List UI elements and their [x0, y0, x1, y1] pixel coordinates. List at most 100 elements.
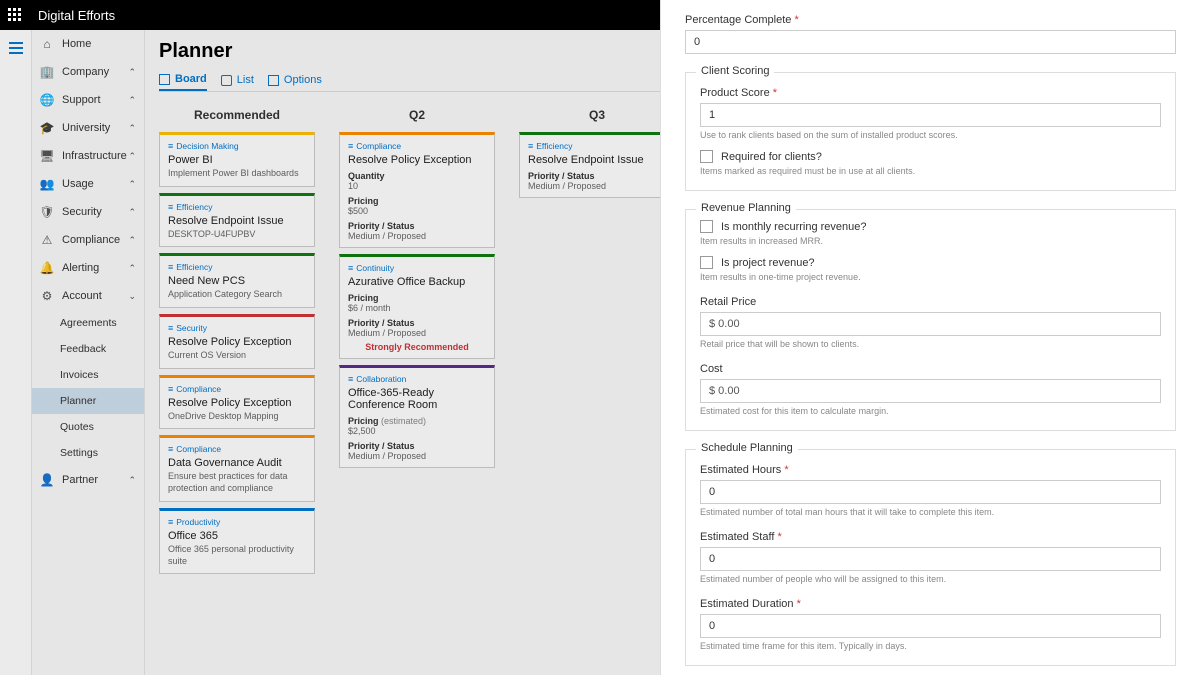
sidebar-item-alerting[interactable]: 🔔Alerting⌃ — [32, 254, 144, 282]
est-hours-hint: Estimated number of total man hours that… — [700, 507, 1161, 517]
project-rev-label: Is project revenue? — [721, 257, 815, 269]
field-value: Medium / Proposed — [348, 451, 486, 461]
card-title: Azurative Office Backup — [348, 276, 486, 288]
sidebar: ⌂Home 🏢Company⌃ 🌐 Support ⌃ 🎓University⌃ 🖥… — [32, 30, 145, 675]
sidebar-item-account[interactable]: ⚙Account⌄ — [32, 282, 144, 310]
est-staff-label: Estimated Staff * — [700, 531, 1161, 543]
card-tag: Efficiency — [168, 262, 306, 272]
product-score-label: Product Score * — [700, 87, 1161, 99]
sidebar-item-label: Invoices — [60, 369, 99, 381]
percentage-complete-input[interactable] — [685, 30, 1176, 54]
app-launcher-icon[interactable] — [8, 8, 22, 22]
cost-label: Cost — [700, 363, 1161, 375]
field-value: 10 — [348, 181, 486, 191]
sidebar-item-feedback[interactable]: Feedback — [32, 336, 144, 362]
chevron-up-icon: ⌃ — [128, 151, 136, 162]
field-label: Pricing — [348, 196, 486, 206]
monitor-icon: 🖥 — [40, 149, 54, 163]
chevron-up-icon: ⌃ — [128, 207, 136, 218]
card[interactable]: ProductivityOffice 365Office 365 persona… — [159, 508, 315, 574]
card-tag: Collaboration — [348, 374, 486, 384]
client-scoring-fieldset: Client Scoring Product Score * Use to ra… — [685, 72, 1176, 191]
chevron-up-icon: ⌃ — [128, 235, 136, 246]
sidebar-item-label: Partner — [62, 474, 98, 486]
mrr-hint: Item results in increased MRR. — [700, 236, 1161, 246]
product-score-input[interactable] — [700, 103, 1161, 127]
card[interactable]: Continuity Azurative Office Backup Prici… — [339, 254, 495, 359]
card-title: Resolve Endpoint Issue — [168, 215, 306, 227]
sidebar-item-support[interactable]: 🌐 Support ⌃ — [32, 86, 144, 114]
card-title: Power BI — [168, 154, 306, 166]
field-value: Medium / Proposed — [348, 231, 486, 241]
project-rev-hint: Item results in one-time project revenue… — [700, 272, 1161, 282]
board-icon — [159, 74, 170, 85]
graduation-icon: 🎓 — [40, 121, 54, 135]
column-header: Recommended — [159, 102, 315, 128]
field-value: $2,500 — [348, 426, 486, 436]
cost-input[interactable] — [700, 379, 1161, 403]
tab-list[interactable]: List — [221, 70, 254, 90]
card[interactable]: Efficiency Resolve Endpoint Issue Priori… — [519, 132, 675, 198]
card-title: Data Governance Audit — [168, 457, 306, 469]
sidebar-item-settings[interactable]: Settings — [32, 440, 144, 466]
mrr-checkbox[interactable] — [700, 220, 713, 233]
required-label: Required for clients? — [721, 151, 822, 163]
sidebar-item-company[interactable]: 🏢Company⌃ — [32, 58, 144, 86]
people-icon: 👥 — [40, 177, 54, 191]
sidebar-item-label: Account — [62, 290, 102, 302]
sidebar-item-label: Infrastructure — [62, 150, 127, 162]
est-staff-input[interactable] — [700, 547, 1161, 571]
sidebar-item-label: Feedback — [60, 343, 106, 355]
est-hours-input[interactable] — [700, 480, 1161, 504]
chevron-up-icon: ⌃ — [128, 67, 136, 78]
sidebar-item-university[interactable]: 🎓University⌃ — [32, 114, 144, 142]
card-tag: Decision Making — [168, 141, 306, 151]
card-tag: Efficiency — [528, 141, 666, 151]
card-tag: Productivity — [168, 517, 306, 527]
card-subtitle: Current OS Version — [168, 350, 306, 362]
sidebar-item-label: Planner — [60, 395, 96, 407]
est-duration-hint: Estimated time frame for this item. Typi… — [700, 641, 1161, 651]
globe-icon: 🌐 — [40, 93, 54, 107]
project-rev-checkbox[interactable] — [700, 256, 713, 269]
card[interactable]: Decision MakingPower BIImplement Power B… — [159, 132, 315, 187]
card-title: Office-365-Ready Conference Room — [348, 387, 486, 411]
card[interactable]: EfficiencyNeed New PCSApplication Catego… — [159, 253, 315, 308]
sidebar-item-infrastructure[interactable]: 🖥 Infrastructure⌃ — [32, 142, 144, 170]
est-duration-input[interactable] — [700, 614, 1161, 638]
chevron-up-icon: ⌃ — [128, 95, 136, 106]
sidebar-item-usage[interactable]: 👥Usage⌃ — [32, 170, 144, 198]
sidebar-item-agreements[interactable]: Agreements — [32, 310, 144, 336]
sidebar-item-planner[interactable]: Planner — [32, 388, 144, 414]
card-subtitle: DESKTOP-U4FUPBV — [168, 229, 306, 241]
tab-options[interactable]: Options — [268, 70, 322, 90]
card-tag: Security — [168, 323, 306, 333]
card-tag: Continuity — [348, 263, 486, 273]
field-value: Medium / Proposed — [348, 328, 486, 338]
card[interactable]: Compliance Resolve Policy Exception Quan… — [339, 132, 495, 248]
card-title: Resolve Policy Exception — [348, 154, 486, 166]
options-icon — [268, 75, 279, 86]
sidebar-item-compliance[interactable]: ⚠Compliance⌃ — [32, 226, 144, 254]
card[interactable]: ComplianceResolve Policy ExceptionOneDri… — [159, 375, 315, 430]
sidebar-item-label: Support — [62, 94, 101, 106]
sidebar-item-home[interactable]: ⌂Home — [32, 30, 144, 58]
tab-board[interactable]: Board — [159, 69, 207, 91]
card[interactable]: ComplianceData Governance AuditEnsure be… — [159, 435, 315, 501]
card[interactable]: EfficiencyResolve Endpoint IssueDESKTOP-… — [159, 193, 315, 248]
chevron-down-icon: ⌄ — [128, 291, 136, 302]
sidebar-item-security[interactable]: 🛡Security⌃ — [32, 198, 144, 226]
sidebar-item-partner[interactable]: 👤Partner⌃ — [32, 466, 144, 494]
card[interactable]: Collaboration Office-365-Ready Conferenc… — [339, 365, 495, 468]
chevron-up-icon: ⌃ — [128, 263, 136, 274]
sidebar-item-quotes[interactable]: Quotes — [32, 414, 144, 440]
card[interactable]: SecurityResolve Policy ExceptionCurrent … — [159, 314, 315, 369]
retail-price-input[interactable] — [700, 312, 1161, 336]
required-checkbox[interactable] — [700, 150, 713, 163]
sidebar-item-invoices[interactable]: Invoices — [32, 362, 144, 388]
bell-icon: 🔔 — [40, 261, 54, 275]
home-icon: ⌂ — [40, 37, 54, 51]
hamburger-icon[interactable] — [9, 42, 23, 54]
fieldset-title: Schedule Planning — [696, 442, 798, 454]
column-recommended: Recommended Decision MakingPower BIImple… — [159, 102, 315, 580]
